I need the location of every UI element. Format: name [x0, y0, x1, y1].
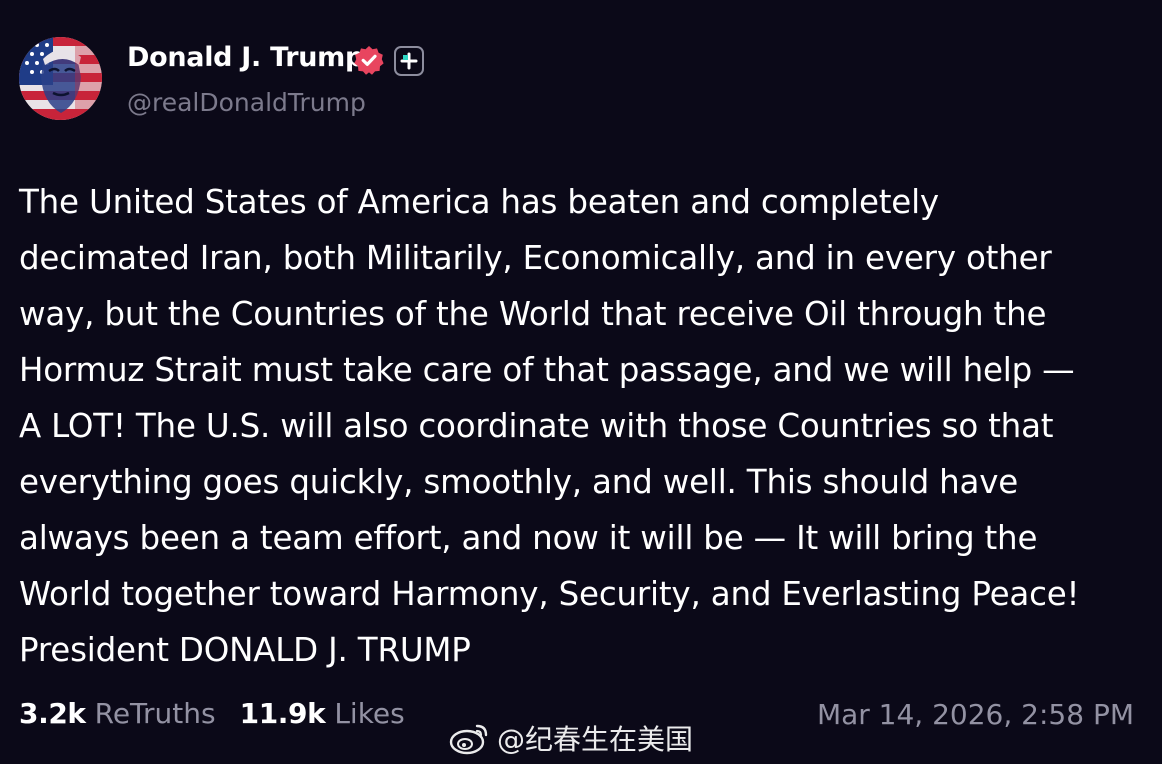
post-body-line: A LOT! The U.S. will also coordinate wit… — [19, 407, 1054, 445]
post-body-line: Hormuz Strait must take care of that pas… — [19, 351, 1075, 389]
watermark-text: @纪春生在美国 — [497, 723, 694, 756]
post-body-line: everything goes quickly, smoothly, and w… — [19, 463, 1019, 501]
weibo-logo-icon — [449, 724, 488, 755]
post-body: The United States of America has beaten … — [19, 174, 1144, 678]
author-handle[interactable]: @realDonaldTrump — [127, 88, 366, 117]
post-body-line: President DONALD J. TRUMP — [19, 631, 471, 669]
post-stats: 3.2k ReTruths 11.9k Likes — [19, 697, 405, 730]
post-body-line: The United States of America has beaten … — [19, 183, 939, 221]
post-body-line: way, but the Countries of the World that… — [19, 295, 1047, 333]
retruths-label: ReTruths — [94, 697, 216, 730]
likes-stat[interactable]: 11.9k Likes — [240, 697, 405, 730]
retruths-count: 3.2k — [19, 697, 86, 730]
likes-label: Likes — [334, 697, 405, 730]
likes-count: 11.9k — [239, 697, 326, 730]
avatar-image — [19, 37, 102, 120]
retruths-stat[interactable]: 3.2k ReTruths — [19, 697, 216, 730]
author-display-name[interactable]: Donald J. Trump — [127, 42, 364, 73]
post-body-line: always been a team effort, and now it wi… — [19, 519, 1038, 557]
avatar[interactable] — [19, 37, 102, 120]
truth-plus-icon — [394, 46, 424, 76]
watermark: @纪春生在美国 — [449, 718, 693, 758]
verified-badge-icon — [354, 45, 384, 75]
post-body-line: decimated Iran, both Militarily, Economi… — [19, 239, 1052, 277]
post-timestamp[interactable]: Mar 14, 2026, 2:58 PM — [817, 698, 1134, 731]
post-body-line: World together toward Harmony, Security,… — [19, 575, 1080, 613]
